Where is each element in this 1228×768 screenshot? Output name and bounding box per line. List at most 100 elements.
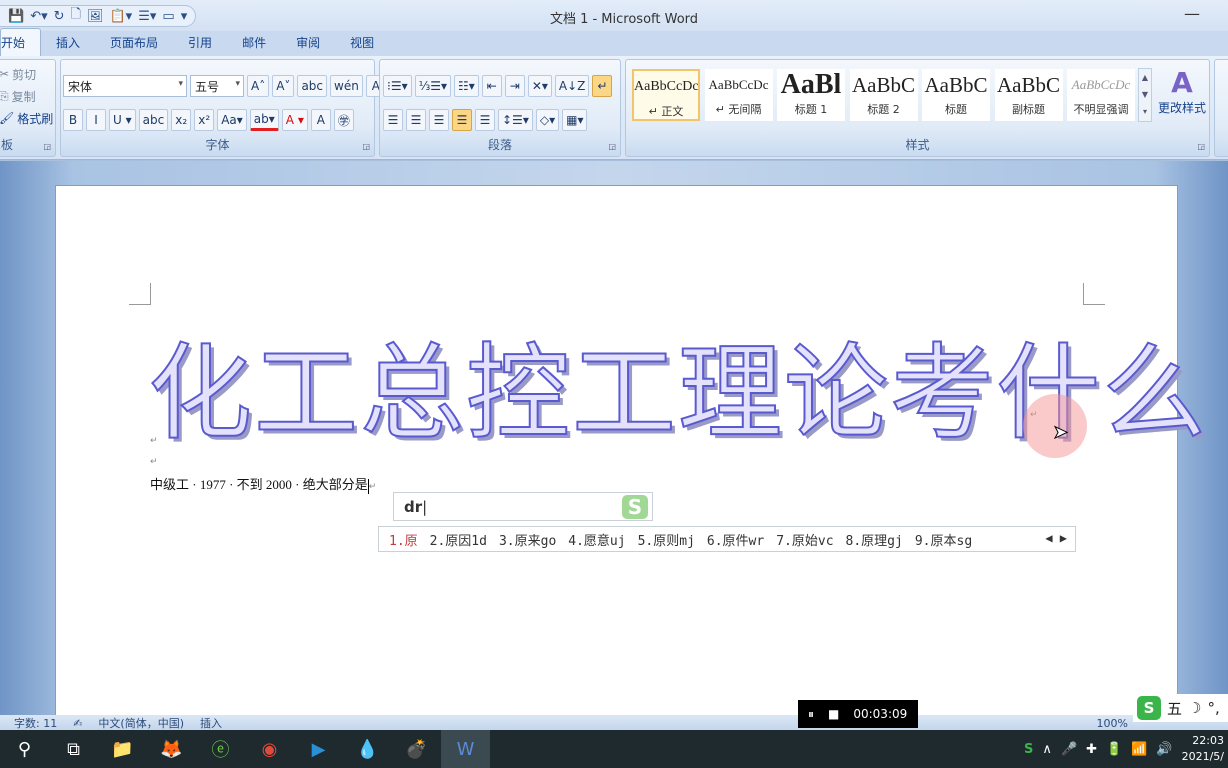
- highlight-button[interactable]: ab▾: [249, 109, 279, 131]
- security-icon[interactable]: ✚: [1086, 742, 1097, 757]
- candidate-page-arrows[interactable]: ◀ ▶: [1045, 531, 1067, 545]
- tab-3[interactable]: 引用: [173, 29, 227, 56]
- body-text[interactable]: 中级工 · 1977 · 不到 2000 · 绝大部分是↵: [150, 474, 376, 494]
- style-3[interactable]: AaBbC 标题 2: [849, 69, 918, 121]
- enclose-char-button[interactable]: ㊫: [333, 109, 354, 131]
- ime-candidate[interactable]: 6.原件wr: [707, 530, 764, 549]
- numbering-button[interactable]: ⅓☰▾: [414, 75, 452, 97]
- ime-composition-box: dr| S: [393, 492, 653, 521]
- style-6[interactable]: AaBbCcDc 不明显强调: [1067, 69, 1135, 121]
- distributed-button[interactable]: ☰: [475, 109, 495, 131]
- shading-button[interactable]: ◇▾: [535, 109, 560, 131]
- change-case-button[interactable]: Aa▾: [217, 109, 247, 131]
- center-button[interactable]: ☰: [406, 109, 426, 131]
- ie-browser-icon[interactable]: ⓔ: [196, 730, 245, 768]
- style-2[interactable]: AaBl 标题 1: [777, 69, 845, 121]
- copy-icon: ⎘: [0, 88, 9, 103]
- font-name-select[interactable]: 宋体: [63, 75, 187, 97]
- chrome-icon[interactable]: ◉: [245, 730, 294, 768]
- tab-6[interactable]: 视图: [335, 29, 389, 56]
- ime-candidate[interactable]: 9.原本sg: [915, 530, 972, 549]
- font-size-select[interactable]: 五号: [190, 75, 244, 97]
- stop-icon[interactable]: ■: [828, 707, 839, 721]
- format-painter-button[interactable]: 🖌 格式刷: [0, 107, 53, 129]
- ime-candidate[interactable]: 5.原则mj: [638, 530, 695, 549]
- tab-1[interactable]: 插入: [41, 29, 95, 56]
- dialog-launcher-icon[interactable]: ◲: [43, 142, 51, 151]
- underline-button[interactable]: U ▾: [109, 109, 136, 131]
- minimize-button[interactable]: —: [1184, 4, 1200, 23]
- subscript-button[interactable]: x₂: [171, 109, 192, 131]
- bomb-app-icon[interactable]: 💣: [392, 730, 441, 768]
- volume-icon[interactable]: 🔊: [1156, 742, 1172, 757]
- show-marks-button[interactable]: ↵: [592, 75, 613, 97]
- battery-icon[interactable]: 🔋: [1106, 742, 1122, 757]
- superscript-button[interactable]: x²: [194, 109, 215, 131]
- justify-button[interactable]: ☰: [452, 109, 472, 131]
- tab-2[interactable]: 页面布局: [95, 29, 173, 56]
- change-styles-button[interactable]: A 更改样式: [1156, 66, 1208, 116]
- tab-5[interactable]: 审阅: [281, 29, 335, 56]
- align-right-button[interactable]: ☰: [429, 109, 449, 131]
- proofing-icon[interactable]: ✍: [73, 717, 82, 730]
- language-status[interactable]: 中文(简体，中国): [98, 715, 184, 731]
- file-explorer-icon[interactable]: 📁: [98, 730, 147, 768]
- grow-font-icon[interactable]: A˄: [247, 75, 270, 97]
- flame-app-icon[interactable]: 💧: [343, 730, 392, 768]
- ime-candidate[interactable]: 7.原始vc: [776, 530, 833, 549]
- line-spacing-button[interactable]: ↕☰▾: [498, 109, 533, 131]
- ime-candidate[interactable]: 3.原来go: [499, 530, 556, 549]
- ime-wubi-mode[interactable]: 五: [1167, 698, 1182, 719]
- phonetic-guide-icon[interactable]: wén: [330, 75, 363, 97]
- pause-icon[interactable]: ⏸: [808, 707, 814, 722]
- align-left-button[interactable]: ☰: [383, 109, 403, 131]
- char-shading-button[interactable]: A: [310, 109, 331, 131]
- style-sample: AaBl: [780, 69, 842, 100]
- insert-mode[interactable]: 插入: [200, 715, 222, 731]
- dialog-launcher-icon[interactable]: ◲: [1197, 142, 1205, 151]
- halfwidth-moon-icon[interactable]: ☽: [1188, 699, 1201, 717]
- search-icon[interactable]: ⚲: [0, 730, 49, 768]
- punctuation-icon[interactable]: °,: [1207, 699, 1219, 717]
- uc-browser-icon[interactable]: 🦊: [147, 730, 196, 768]
- zoom-level[interactable]: 100%: [1097, 717, 1128, 730]
- shrink-font-icon[interactable]: A˅: [272, 75, 295, 97]
- clear-format-icon[interactable]: abc: [297, 75, 328, 97]
- clock[interactable]: 22:03 2021/5/: [1182, 733, 1224, 765]
- sort-button[interactable]: A↓Z: [554, 75, 590, 97]
- task-view-icon[interactable]: ⧉: [49, 730, 98, 768]
- word-icon[interactable]: W: [441, 730, 490, 768]
- italic-button[interactable]: I: [86, 109, 106, 131]
- strikethrough-button[interactable]: abc: [138, 109, 169, 131]
- word-count[interactable]: 字数: 11: [14, 715, 57, 731]
- bullets-button[interactable]: ⁝☰▾: [383, 75, 412, 97]
- sogou-icon[interactable]: S: [1137, 696, 1161, 720]
- media-player-icon[interactable]: ▶: [294, 730, 343, 768]
- styles-scroll[interactable]: ▲ ▼ ▾: [1138, 68, 1152, 122]
- decrease-indent-button[interactable]: ⇤: [481, 75, 502, 97]
- tab-4[interactable]: 邮件: [227, 29, 281, 56]
- ime-candidate[interactable]: 1.原: [389, 530, 418, 549]
- style-1[interactable]: AaBbCcDc ↵ 无间隔: [704, 69, 773, 121]
- ime-candidate[interactable]: 2.原因1d: [430, 530, 487, 549]
- font-color-button[interactable]: A ▾: [281, 109, 308, 131]
- multilevel-list-button[interactable]: ☷▾: [454, 75, 479, 97]
- style-5[interactable]: AaBbC 副标题: [994, 69, 1063, 121]
- wifi-icon[interactable]: 📶: [1131, 742, 1147, 757]
- tab-0[interactable]: 开始: [0, 28, 42, 56]
- borders-button[interactable]: ▦▾: [562, 109, 588, 131]
- microphone-icon[interactable]: 🎤: [1061, 742, 1077, 757]
- ime-candidate[interactable]: 8.原理gj: [846, 530, 903, 549]
- show-hidden-icon[interactable]: ∧: [1042, 742, 1052, 757]
- sogou-tray-icon[interactable]: S: [1024, 742, 1033, 757]
- copy-button[interactable]: ⎘ 复制: [0, 85, 36, 107]
- style-0[interactable]: AaBbCcDc ↵ 正文: [632, 69, 700, 121]
- dialog-launcher-icon[interactable]: ◲: [362, 142, 370, 151]
- ime-candidate[interactable]: 4.愿意uj: [568, 530, 625, 549]
- dialog-launcher-icon[interactable]: ◲: [608, 142, 616, 151]
- bold-button[interactable]: B: [63, 109, 83, 131]
- increase-indent-button[interactable]: ⇥: [504, 75, 525, 97]
- style-4[interactable]: AaBbC 标题: [922, 69, 990, 121]
- asian-layout-button[interactable]: ✕▾: [527, 75, 552, 97]
- cut-button[interactable]: ✂ 剪切: [0, 63, 36, 85]
